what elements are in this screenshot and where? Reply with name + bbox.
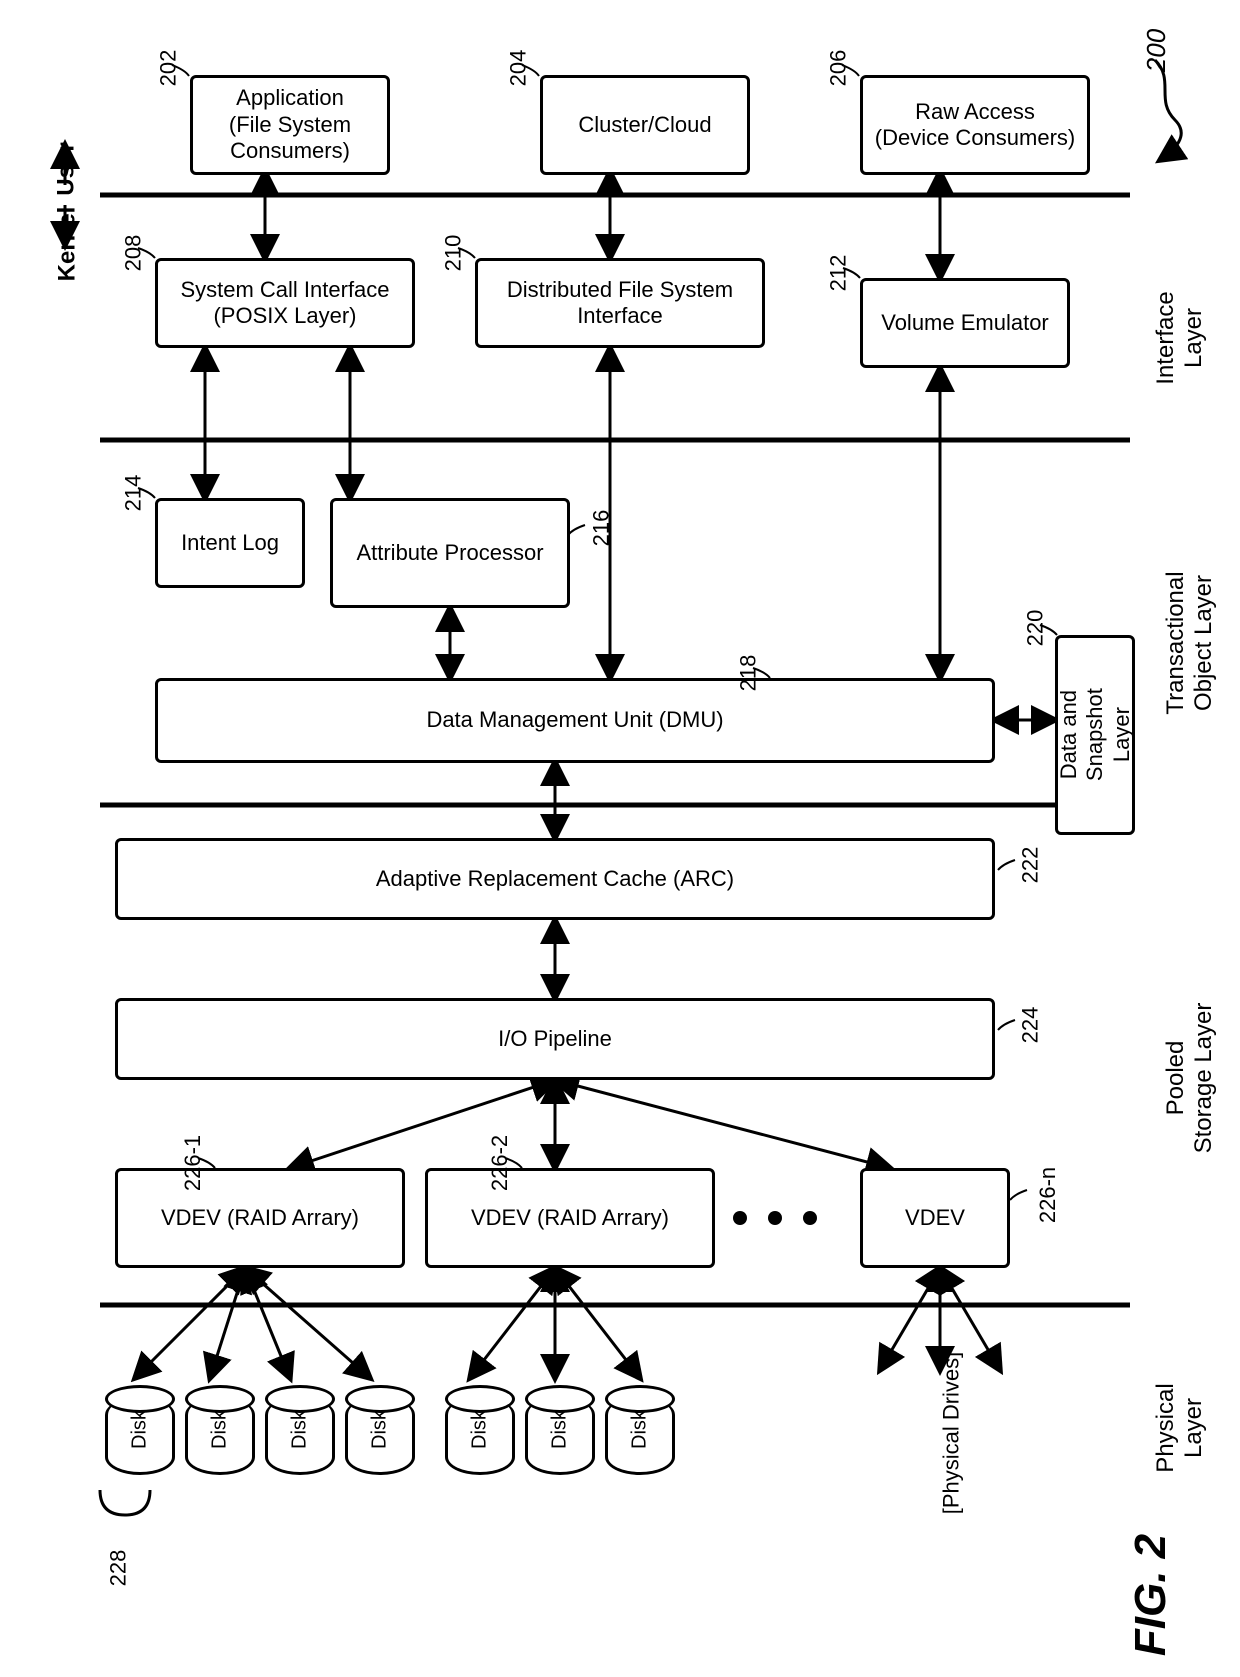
snapshot-layer-label: Data and Snapshot Layer — [1055, 689, 1134, 782]
ref-222: 222 — [1017, 847, 1043, 884]
disk-icon: Disk — [445, 1385, 515, 1475]
ref-202: 202 — [155, 50, 181, 87]
disk-icon: Disk — [105, 1385, 175, 1475]
ref-208: 208 — [120, 235, 146, 272]
ref-228: 228 — [105, 1550, 131, 1587]
ref-224: 224 — [1017, 1007, 1043, 1044]
snapshot-layer-box: Data and Snapshot Layer — [1055, 635, 1135, 835]
ref-218: 218 — [735, 655, 761, 692]
ref-226-1: 226-1 — [180, 1135, 206, 1191]
volume-emulator-box: Volume Emulator — [860, 278, 1070, 368]
ref-226-2: 226-2 — [487, 1135, 513, 1191]
ref-212: 212 — [825, 255, 851, 292]
syscall-interface-box: System Call Interface (POSIX Layer) — [155, 258, 415, 348]
disk-icon: Disk — [185, 1385, 255, 1475]
intent-log-box: Intent Log — [155, 498, 305, 588]
ref-220: 220 — [1022, 610, 1048, 647]
pooled-layer-label: Pooled Storage Layer — [1162, 998, 1218, 1158]
vdev-n-box: VDEV — [860, 1168, 1010, 1268]
figure-title: FIG. 2 — [1126, 1534, 1176, 1656]
physical-layer-label: Physical Layer — [1152, 1368, 1208, 1488]
ref-200: 200 — [1141, 29, 1172, 72]
disk-icon: Disk — [525, 1385, 595, 1475]
ref-214: 214 — [120, 475, 146, 512]
physical-drives-label: [Physical Drives] — [938, 1352, 964, 1515]
transactional-layer-label: Transactional Object Layer — [1162, 563, 1218, 723]
ref-204: 204 — [505, 50, 531, 87]
dmu-box: Data Management Unit (DMU) — [155, 678, 995, 763]
vdev-1-box: VDEV (RAID Arrary) — [115, 1168, 405, 1268]
ref-216: 216 — [588, 510, 614, 547]
io-pipeline-box: I/O Pipeline — [115, 998, 995, 1080]
attribute-processor-box: Attribute Processor — [330, 498, 570, 608]
cluster-box: Cluster/Cloud — [540, 75, 750, 175]
distributed-fs-box: Distributed File System Interface — [475, 258, 765, 348]
application-box: Application (File System Consumers) — [190, 75, 390, 175]
kernel-label: Kernel — [53, 207, 81, 282]
disk-icon: Disk — [605, 1385, 675, 1475]
ref-206: 206 — [825, 50, 851, 87]
raw-access-box: Raw Access (Device Consumers) — [860, 75, 1090, 175]
user-label: User — [53, 142, 81, 195]
arc-box: Adaptive Replacement Cache (ARC) — [115, 838, 995, 920]
ref-226-n: 226-n — [1035, 1167, 1061, 1223]
ref-210: 210 — [440, 235, 466, 272]
vdev-2-box: VDEV (RAID Arrary) — [425, 1168, 715, 1268]
disk-icon: Disk — [345, 1385, 415, 1475]
interface-layer-label: Interface Layer — [1152, 278, 1208, 398]
disk-icon: Disk — [265, 1385, 335, 1475]
